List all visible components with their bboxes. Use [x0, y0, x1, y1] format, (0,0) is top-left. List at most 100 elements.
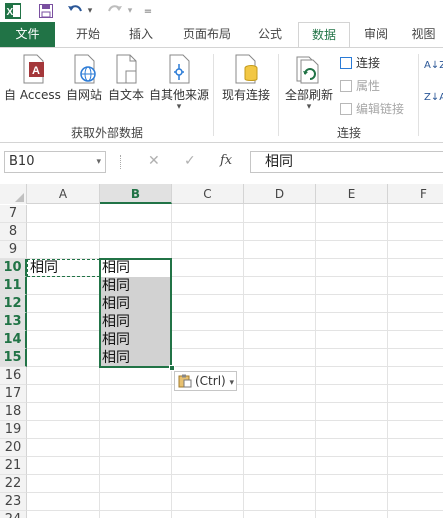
other-sources-icon [165, 54, 193, 84]
column-header-e[interactable]: E [316, 184, 388, 204]
gridline [27, 438, 443, 439]
tab-home[interactable]: 开始 [62, 22, 114, 47]
row-header-11[interactable]: 11 [0, 277, 27, 295]
row-header-20[interactable]: 20 [0, 439, 27, 457]
name-box[interactable]: B10 ▾ [4, 151, 106, 173]
from-other-sources-button[interactable]: 自其他来源 ▾ [148, 52, 210, 114]
column-headers: A B C D E F [0, 184, 443, 204]
existing-connections-button[interactable]: 现有连接 [218, 52, 274, 114]
column-header-d[interactable]: D [244, 184, 316, 204]
row-header-7[interactable]: 7 [0, 205, 27, 223]
edit-links-button[interactable]: 编辑链接 [340, 99, 404, 119]
row-header-13[interactable]: 13 [0, 313, 27, 331]
row-header-18[interactable]: 18 [0, 403, 27, 421]
gridline [27, 312, 443, 313]
redo-icon[interactable] [104, 2, 126, 20]
cancel-icon[interactable]: ✕ [148, 153, 160, 169]
gridline [27, 240, 443, 241]
connections-button[interactable]: 连接 [340, 53, 380, 73]
tab-formulas[interactable]: 公式 [246, 22, 294, 47]
svg-text:X: X [7, 7, 14, 18]
refresh-all-dropdown-icon: ▾ [306, 102, 312, 112]
row-header-21[interactable]: 21 [0, 457, 27, 475]
properties-button[interactable]: 属性 [340, 76, 380, 96]
ribbon-separator [418, 54, 419, 136]
from-text-label: 自文本 [107, 88, 144, 102]
row-header-9[interactable]: 9 [0, 241, 27, 259]
column-header-b[interactable]: B [100, 184, 172, 204]
column-header-c[interactable]: C [172, 184, 244, 204]
gridline [315, 204, 316, 518]
paste-options-button[interactable]: (Ctrl) ▾ [174, 371, 237, 391]
row-header-22[interactable]: 22 [0, 475, 27, 493]
tab-insert[interactable]: 插入 [116, 22, 166, 47]
existing-connections-icon [232, 54, 260, 84]
refresh-all-icon [295, 54, 323, 84]
from-web-label: 自网站 [65, 88, 102, 102]
gridline [27, 456, 443, 457]
save-icon[interactable] [36, 2, 56, 20]
gridline [27, 420, 443, 421]
from-other-sources-label: 自其他来源 [148, 88, 209, 102]
row-header-12[interactable]: 12 [0, 295, 27, 313]
clipboard-icon [178, 374, 192, 388]
row-header-19[interactable]: 19 [0, 421, 27, 439]
row-header-8[interactable]: 8 [0, 223, 27, 241]
row-header-16[interactable]: 16 [0, 367, 27, 385]
formula-input[interactable]: 相同 [250, 151, 443, 173]
from-access-button[interactable]: A 自 Access [4, 52, 61, 114]
row-header-24[interactable]: 24 [0, 511, 27, 518]
text-file-icon [112, 54, 140, 84]
select-all-corner[interactable] [0, 184, 27, 204]
paste-options-dropdown-icon: ▾ [229, 378, 235, 388]
customize-qat-icon[interactable]: = [142, 2, 154, 20]
row-header-17[interactable]: 17 [0, 385, 27, 403]
properties-icon [340, 80, 352, 92]
column-header-a[interactable]: A [27, 184, 100, 204]
gridline [27, 348, 443, 349]
quick-access-toolbar: X ▾ ▾ = [0, 0, 443, 22]
connections-group-label: 连接 [336, 126, 361, 140]
access-icon: A [18, 54, 46, 84]
tab-view[interactable]: 视图 [404, 22, 443, 47]
gridline [27, 222, 443, 223]
tab-file[interactable]: 文件 [0, 22, 55, 47]
row-header-14[interactable]: 14 [0, 331, 27, 349]
name-box-value: B10 [9, 154, 35, 169]
gridline [27, 402, 443, 403]
other-sources-dropdown-icon: ▾ [176, 102, 182, 112]
tab-data[interactable]: 数据 [298, 22, 350, 48]
row-header-23[interactable]: 23 [0, 493, 27, 511]
connections-icon [340, 57, 352, 69]
undo-dropdown-icon[interactable]: ▾ [86, 2, 94, 20]
get-external-data-group-label: 获取外部数据 [70, 126, 143, 140]
redo-dropdown-icon[interactable]: ▾ [126, 2, 134, 20]
svg-text:A: A [32, 65, 40, 77]
from-text-button[interactable]: 自文本 [106, 52, 146, 114]
row-header-15[interactable]: 15 [0, 349, 27, 367]
from-web-button[interactable]: 自网站 [64, 52, 104, 114]
enter-icon[interactable]: ✓ [184, 153, 196, 169]
refresh-all-button[interactable]: 全部刷新 ▾ [282, 52, 336, 114]
tab-review[interactable]: 审阅 [354, 22, 398, 47]
row-header-10[interactable]: 10 [0, 259, 27, 277]
refresh-all-label: 全部刷新 [284, 88, 333, 102]
column-header-f[interactable]: F [388, 184, 443, 204]
existing-connections-label: 现有连接 [221, 88, 270, 102]
insert-function-icon[interactable]: fx [220, 153, 232, 168]
tab-page-layout[interactable]: 页面布局 [172, 22, 242, 47]
worksheet-grid[interactable]: A B C D E F 7 8 9 10 11 12 13 14 15 16 17 18 19 20 21 2… [0, 181, 443, 518]
gridline [27, 492, 443, 493]
copy-marquee [27, 259, 100, 277]
sort-descending-button[interactable]: Z↓A [424, 88, 443, 108]
undo-icon[interactable] [64, 2, 86, 20]
gridline [27, 330, 443, 331]
ribbon-separator [278, 54, 279, 136]
gridline [27, 474, 443, 475]
sort-ascending-button[interactable]: A↓Z [424, 56, 443, 76]
properties-label: 属性 [356, 79, 381, 93]
ribbon-separator [213, 54, 214, 136]
name-box-dropdown-icon[interactable]: ▾ [96, 152, 101, 172]
ribbon-tabs: 文件 开始 插入 页面布局 公式 数据 审阅 视图 [0, 22, 443, 48]
selection-border [99, 258, 172, 368]
